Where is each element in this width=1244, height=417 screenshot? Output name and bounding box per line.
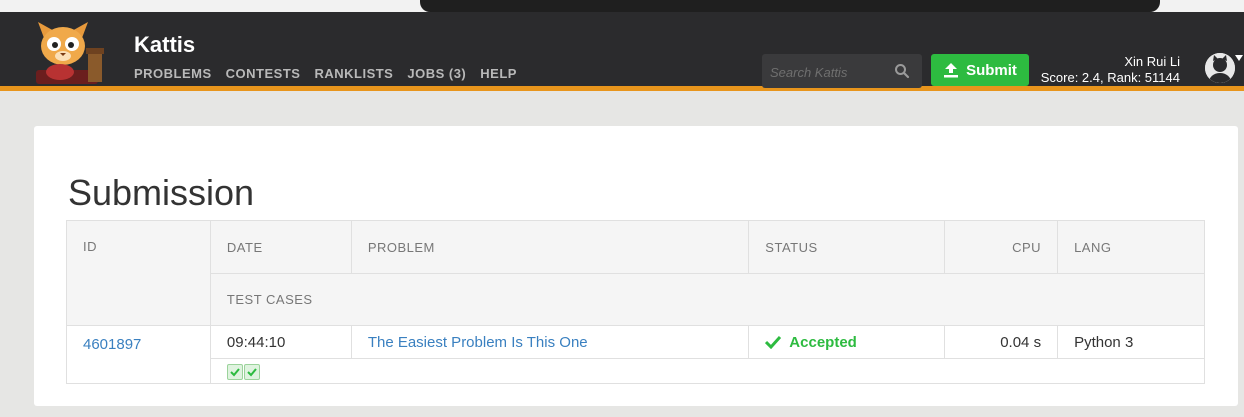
search-input[interactable] (762, 54, 890, 90)
cpu-time: 0.04 s (944, 325, 1059, 359)
col-header-problem: PROBLEM (350, 220, 750, 274)
brand-name[interactable]: Kattis (134, 32, 195, 58)
table-row: 4601897 09:44:10 The Easiest Problem Is … (66, 325, 1205, 384)
nav-help[interactable]: HELP (480, 66, 517, 81)
submission-id-link[interactable]: 4601897 (83, 336, 141, 353)
col-header-date: DATE (209, 220, 352, 274)
page-title: Submission (68, 172, 255, 214)
user-name: Xin Rui Li (1124, 54, 1180, 69)
nav-ranklists[interactable]: RANKLISTS (314, 66, 393, 81)
problem-link[interactable]: The Easiest Problem Is This One (368, 334, 588, 351)
kattis-cat-logo[interactable] (30, 20, 114, 84)
col-header-test-cases: TEST CASES (209, 273, 1206, 326)
nav-jobs[interactable]: JOBS (3) (407, 66, 466, 81)
search-box (762, 54, 922, 90)
language: Python 3 (1057, 325, 1205, 359)
submission-table: ID DATE PROBLEM STATUS CPU LANG TEST CAS… (66, 220, 1206, 384)
table-header-row-2: TEST CASES (67, 273, 1206, 326)
main-nav: PROBLEMS CONTESTS RANKLISTS JOBS (3) HEL… (134, 66, 517, 81)
search-icon[interactable] (894, 63, 910, 79)
status-badge: Accepted (765, 334, 928, 351)
table-header-row: ID DATE PROBLEM STATUS CPU LANG (66, 220, 1205, 326)
check-icon (765, 335, 782, 349)
user-stats: Score: 2.4, Rank: 51144 (1040, 70, 1180, 85)
submission-card: Submission ID DATE PROBLEM STATUS CPU LA… (34, 126, 1238, 406)
test-case-1-icon[interactable] (226, 363, 243, 380)
test-cases-row (67, 358, 1206, 384)
top-navbar: Kattis PROBLEMS CONTESTS RANKLISTS JOBS … (0, 12, 1244, 91)
nav-problems[interactable]: PROBLEMS (134, 66, 212, 81)
window-top-strip (0, 0, 1244, 12)
status-text: Accepted (789, 333, 857, 351)
col-header-lang: LANG (1057, 220, 1205, 274)
col-header-id: ID (66, 220, 211, 326)
nav-contests[interactable]: CONTESTS (226, 66, 301, 81)
user-menu-caret-icon[interactable] (1235, 55, 1243, 61)
submit-label: Submit (966, 61, 1017, 79)
test-case-2-icon[interactable] (243, 363, 260, 380)
col-header-cpu: CPU (944, 220, 1059, 274)
user-info[interactable]: Xin Rui Li Score: 2.4, Rank: 51144 (1041, 54, 1180, 86)
submit-button[interactable]: Submit (931, 54, 1029, 86)
col-header-status: STATUS (748, 220, 946, 274)
submission-date: 09:44:10 (209, 325, 352, 359)
test-cases-cell (209, 358, 1206, 384)
upload-icon (944, 63, 959, 78)
user-avatar-icon[interactable] (1205, 53, 1235, 83)
